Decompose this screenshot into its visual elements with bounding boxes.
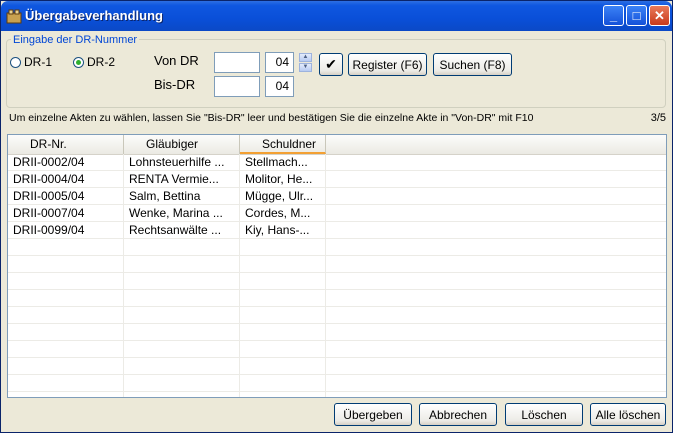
spin-up-icon[interactable]: ▲ bbox=[299, 53, 312, 62]
cell-glaeubiger: RENTA Vermie... bbox=[129, 172, 219, 186]
loeschen-button-label: Löschen bbox=[521, 407, 567, 422]
column-header-glaeubiger[interactable]: Gläubiger bbox=[124, 135, 240, 154]
von-dr-label: Von DR bbox=[154, 53, 199, 68]
spin-down-icon[interactable]: ▼ bbox=[299, 63, 312, 72]
empty-row bbox=[8, 324, 666, 341]
cell-glaeubiger: Wenke, Marina ... bbox=[129, 206, 223, 220]
cell-dr-nr: DRII-0007/04 bbox=[13, 206, 85, 220]
confirm-button[interactable]: ✔ bbox=[319, 53, 343, 76]
empty-row bbox=[8, 273, 666, 290]
empty-row bbox=[8, 358, 666, 375]
maximize-button[interactable]: □ bbox=[626, 5, 647, 26]
bis-dr-label: Bis-DR bbox=[154, 77, 196, 92]
cell-schuldner: Mügge, Ulr... bbox=[245, 189, 314, 203]
radio-dr1[interactable]: DR-1 bbox=[10, 55, 52, 69]
suchen-button[interactable]: Suchen (F8) bbox=[433, 53, 512, 76]
radio-dr2-label: DR-2 bbox=[87, 55, 116, 69]
cell-schuldner: Stellmach... bbox=[245, 155, 308, 169]
register-button[interactable]: Register (F6) bbox=[348, 53, 427, 76]
page-indicator: 3/5 bbox=[650, 112, 666, 124]
minimize-icon: _ bbox=[609, 8, 618, 23]
close-icon: ✕ bbox=[654, 8, 665, 23]
uebergeben-button-label: Übergeben bbox=[343, 407, 403, 422]
cell-glaeubiger: Lohnsteuerhilfe ... bbox=[129, 155, 225, 169]
radio-dr1-circle[interactable] bbox=[10, 56, 21, 68]
loeschen-button[interactable]: Löschen bbox=[505, 403, 583, 426]
hint-text: Um einzelne Akten zu wählen, lassen Sie … bbox=[9, 112, 534, 124]
column-header-schuldner[interactable]: Schuldner bbox=[240, 135, 326, 154]
abbrechen-button[interactable]: Abbrechen bbox=[419, 403, 497, 426]
maximize-icon: □ bbox=[632, 8, 641, 23]
alle-loeschen-button[interactable]: Alle löschen bbox=[590, 403, 666, 426]
cell-dr-nr: DRII-0099/04 bbox=[13, 223, 85, 237]
radio-dr1-label: DR-1 bbox=[24, 55, 53, 69]
column-header-dr-nr[interactable]: DR-Nr. bbox=[8, 135, 124, 154]
table-row[interactable]: DRII-0004/04 RENTA Vermie... Molitor, He… bbox=[8, 171, 666, 188]
results-grid[interactable]: DR-Nr. Gläubiger Schuldner DRII-0002/04 … bbox=[7, 134, 667, 398]
year-spinner[interactable]: ▲ ▼ bbox=[299, 53, 312, 73]
cell-schuldner: Cordes, M... bbox=[245, 206, 311, 220]
close-button[interactable]: ✕ bbox=[649, 5, 670, 26]
title-bar[interactable]: Übergabeverhandlung _ □ ✕ bbox=[1, 1, 672, 31]
empty-row bbox=[8, 290, 666, 307]
empty-row bbox=[8, 341, 666, 358]
table-row[interactable]: DRII-0007/04 Wenke, Marina ... Cordes, M… bbox=[8, 205, 666, 222]
main-window: Übergabeverhandlung _ □ ✕ Eingabe der DR… bbox=[0, 0, 673, 433]
cell-dr-nr: DRII-0004/04 bbox=[13, 172, 85, 186]
table-row[interactable]: DRII-0005/04 Salm, Bettina Mügge, Ulr... bbox=[8, 188, 666, 205]
cell-glaeubiger: Rechtsanwälte ... bbox=[129, 223, 222, 237]
empty-row bbox=[8, 307, 666, 324]
empty-row bbox=[8, 239, 666, 256]
cell-glaeubiger: Salm, Bettina bbox=[129, 189, 201, 203]
radio-dr2-circle[interactable] bbox=[73, 56, 84, 68]
bis-dr-year-field[interactable]: 04 bbox=[265, 76, 294, 97]
table-row[interactable]: DRII-0002/04 Lohnsteuerhilfe ... Stellma… bbox=[8, 154, 666, 171]
app-icon bbox=[6, 9, 22, 24]
register-button-label: Register (F6) bbox=[352, 57, 423, 72]
grid-header: DR-Nr. Gläubiger Schuldner bbox=[8, 135, 666, 155]
alle-loeschen-button-label: Alle löschen bbox=[595, 407, 661, 422]
abbrechen-button-label: Abbrechen bbox=[428, 407, 488, 422]
cell-schuldner: Kiy, Hans-... bbox=[245, 223, 310, 237]
empty-row bbox=[8, 375, 666, 392]
cell-schuldner: Molitor, He... bbox=[245, 172, 313, 186]
empty-row bbox=[8, 256, 666, 273]
checkmark-icon: ✔ bbox=[325, 56, 337, 72]
table-row[interactable]: DRII-0099/04 Rechtsanwälte ... Kiy, Hans… bbox=[8, 222, 666, 239]
von-dr-year-field[interactable]: 04 bbox=[265, 52, 294, 73]
group-legend: Eingabe der DR-Nummer bbox=[11, 34, 140, 46]
suchen-button-label: Suchen (F8) bbox=[439, 57, 506, 72]
window-title: Übergabeverhandlung bbox=[25, 8, 163, 23]
cell-dr-nr: DRII-0002/04 bbox=[13, 155, 85, 169]
von-dr-input[interactable] bbox=[214, 52, 260, 73]
uebergeben-button[interactable]: Übergeben bbox=[334, 403, 412, 426]
radio-dr2[interactable]: DR-2 bbox=[73, 55, 115, 69]
cell-dr-nr: DRII-0005/04 bbox=[13, 189, 85, 203]
bis-dr-input[interactable] bbox=[214, 76, 260, 97]
minimize-button[interactable]: _ bbox=[603, 5, 624, 26]
